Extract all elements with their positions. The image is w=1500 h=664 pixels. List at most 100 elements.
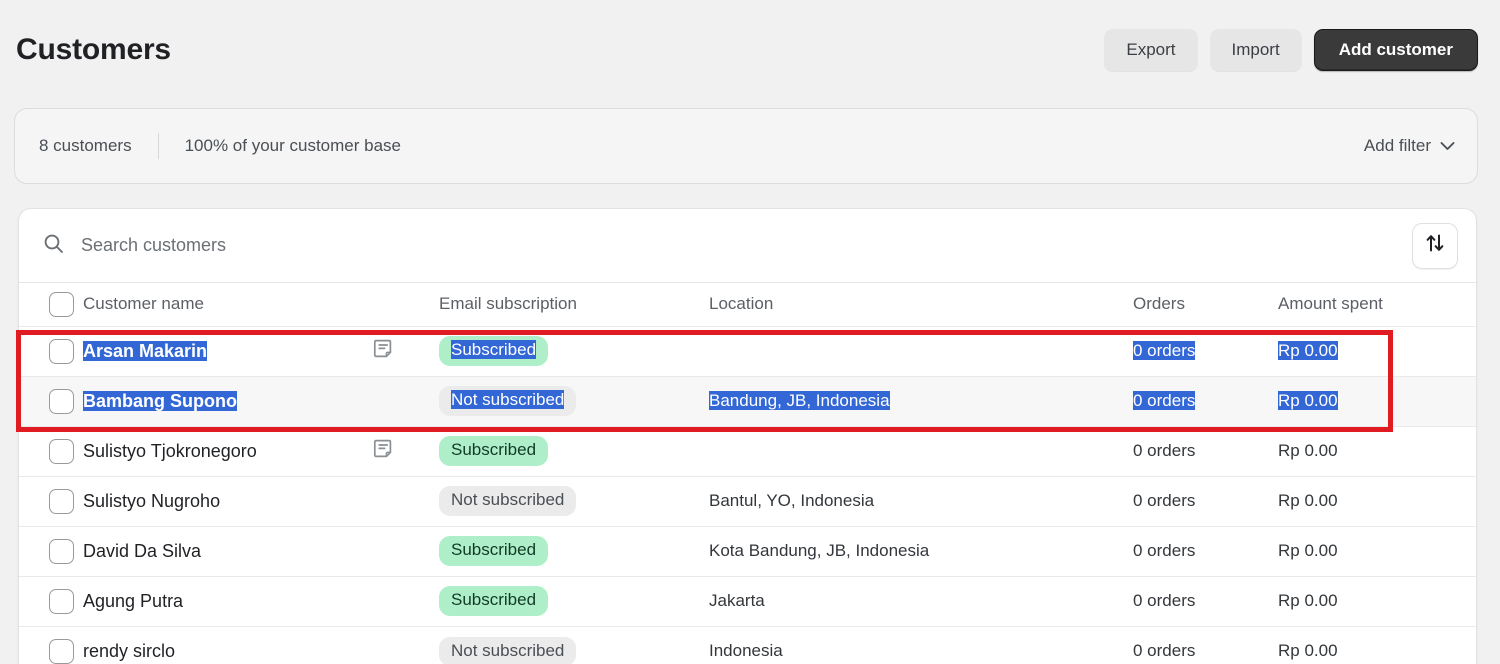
- location-text: Indonesia: [709, 641, 783, 661]
- orders-cell: 0 orders: [1133, 626, 1278, 664]
- row-checkbox[interactable]: [49, 488, 74, 514]
- column-header-location[interactable]: Location: [709, 283, 1133, 326]
- customer-name: Sulistyo Nugroho: [83, 490, 221, 511]
- row-checkbox[interactable]: [49, 638, 74, 664]
- location-cell: Kota Bandung, JB, Indonesia: [709, 526, 1133, 576]
- export-button[interactable]: Export: [1104, 29, 1198, 71]
- orders-text: 0 orders: [1133, 491, 1196, 510]
- import-button[interactable]: Import: [1209, 29, 1302, 71]
- amount-text: Rp 0.00: [1278, 491, 1338, 510]
- customer-name: Agung Putra: [83, 590, 184, 611]
- row-select-cell: [19, 426, 83, 476]
- table-row[interactable]: Bambang Supono Not subscribed Bandung, JB,…: [19, 376, 1476, 426]
- amount-text: Rp 0.00: [1278, 391, 1338, 410]
- email-subscription-cell: Subscribed: [439, 576, 709, 626]
- table-row[interactable]: Sulistyo Tjokronegoro Subscribed 0 orders R…: [19, 426, 1476, 476]
- status-badge: Subscribed: [439, 436, 549, 466]
- orders-text: 0 orders: [1133, 341, 1196, 360]
- customer-count-label: 8 customers: [39, 136, 132, 155]
- location-cell: Bantul, YO, Indonesia: [709, 476, 1133, 526]
- status-badge: Not subscribed: [439, 486, 577, 516]
- amount-spent-cell: Rp 0.00: [1278, 526, 1476, 576]
- amount-text: Rp 0.00: [1278, 641, 1338, 661]
- location-cell: Bandung, JB, Indonesia: [709, 376, 1133, 426]
- table-row[interactable]: David Da Silva Subscribed Kota Bandung, JB…: [19, 526, 1476, 576]
- customer-summary-card: 8 customers 100% of your customer base A…: [14, 108, 1478, 184]
- row-checkbox[interactable]: [49, 538, 74, 564]
- customer-name-cell[interactable]: Bambang Supono: [83, 376, 439, 426]
- note-icon[interactable]: [373, 438, 395, 465]
- amount-text: Rp 0.00: [1278, 591, 1338, 610]
- status-badge-label: Subscribed: [451, 590, 537, 610]
- orders-text: 0 orders: [1133, 391, 1196, 410]
- location-text: Bantul, YO, Indonesia: [709, 491, 875, 510]
- search-placeholder: Search customers: [81, 235, 227, 255]
- page-title: Customers: [16, 33, 171, 66]
- row-select-cell: [19, 476, 83, 526]
- row-select-wrap: [19, 388, 83, 414]
- row-select-cell: [19, 376, 83, 426]
- table-row[interactable]: Sulistyo Nugroho Not subscribed Bantul, YO…: [19, 476, 1476, 526]
- customer-name: Arsan Makarin: [83, 340, 208, 361]
- chevron-down-icon: [1440, 136, 1455, 156]
- email-subscription-cell: Not subscribed: [439, 626, 709, 664]
- email-subscription-cell: Subscribed: [439, 526, 709, 576]
- column-header-customer-name[interactable]: Customer name: [83, 283, 439, 326]
- location-cell: Indonesia: [709, 626, 1133, 664]
- orders-cell: 0 orders: [1133, 426, 1278, 476]
- sort-button[interactable]: [1412, 222, 1458, 269]
- email-subscription-cell: Not subscribed: [439, 476, 709, 526]
- add-customer-button[interactable]: Add customer: [1313, 29, 1478, 71]
- customer-name-cell[interactable]: Sulistyo Tjokronegoro: [83, 426, 439, 476]
- customer-name-cell[interactable]: Arsan Makarin: [83, 326, 439, 376]
- search-input[interactable]: Search customers: [43, 222, 1412, 270]
- note-icon[interactable]: [373, 338, 395, 365]
- status-badge-label: Not subscribed: [451, 390, 565, 410]
- amount-spent-cell: Rp 0.00: [1278, 626, 1476, 664]
- row-select-cell: [19, 576, 83, 626]
- row-select-cell: [19, 526, 83, 576]
- orders-cell: 0 orders: [1133, 376, 1278, 426]
- amount-spent-cell: Rp 0.00: [1278, 376, 1476, 426]
- customer-name-cell[interactable]: David Da Silva: [83, 526, 439, 576]
- orders-text: 0 orders: [1133, 641, 1196, 661]
- status-badge: Subscribed: [439, 586, 549, 616]
- row-select-wrap: [19, 488, 83, 514]
- column-header-orders[interactable]: Orders: [1133, 283, 1278, 326]
- customer-name-cell[interactable]: Agung Putra: [83, 576, 439, 626]
- amount-spent-cell: Rp 0.00: [1278, 476, 1476, 526]
- email-subscription-cell: Subscribed: [439, 326, 709, 376]
- add-filter-button[interactable]: Add filter: [1364, 136, 1455, 156]
- row-select-wrap: [19, 538, 83, 564]
- location-text: Jakarta: [709, 591, 765, 610]
- customer-name-cell[interactable]: Sulistyo Nugroho: [83, 476, 439, 526]
- status-badge: Subscribed: [439, 536, 549, 566]
- select-all-cell: [19, 283, 83, 326]
- row-checkbox[interactable]: [49, 388, 74, 414]
- orders-cell: 0 orders: [1133, 326, 1278, 376]
- location-text: Kota Bandung, JB, Indonesia: [709, 541, 930, 560]
- summary-left: 8 customers 100% of your customer base: [39, 133, 401, 159]
- search-row: Search customers: [19, 209, 1476, 283]
- row-select-cell: [19, 326, 83, 376]
- customers-table-card: Search customers Customer name Email sub…: [18, 208, 1477, 664]
- amount-text: Rp 0.00: [1278, 341, 1338, 360]
- status-badge: Subscribed: [439, 336, 549, 366]
- select-all-checkbox[interactable]: [49, 291, 74, 317]
- add-filter-label: Add filter: [1363, 136, 1431, 155]
- column-header-email-subscription[interactable]: Email subscription: [439, 283, 709, 326]
- status-badge: Not subscribed: [439, 636, 577, 664]
- customer-name-cell[interactable]: rendy sirclo: [83, 626, 439, 664]
- status-badge-label: Subscribed: [451, 440, 537, 460]
- email-subscription-cell: Subscribed: [439, 426, 709, 476]
- status-badge-label: Subscribed: [451, 340, 537, 360]
- table-row[interactable]: Arsan Makarin Subscribed 0 orders Rp 0.00: [19, 326, 1476, 376]
- location-cell: [709, 426, 1133, 476]
- column-header-amount-spent[interactable]: Amount spent: [1278, 283, 1476, 326]
- table-row[interactable]: rendy sirclo Not subscribed Indonesia 0 ord…: [19, 626, 1476, 664]
- row-checkbox[interactable]: [49, 338, 74, 364]
- table-row[interactable]: Agung Putra Subscribed Jakarta 0 orders Rp 0…: [19, 576, 1476, 626]
- row-checkbox[interactable]: [49, 438, 74, 464]
- page-header: Customers Export Import Add customer: [0, 0, 1500, 100]
- row-checkbox[interactable]: [49, 588, 74, 614]
